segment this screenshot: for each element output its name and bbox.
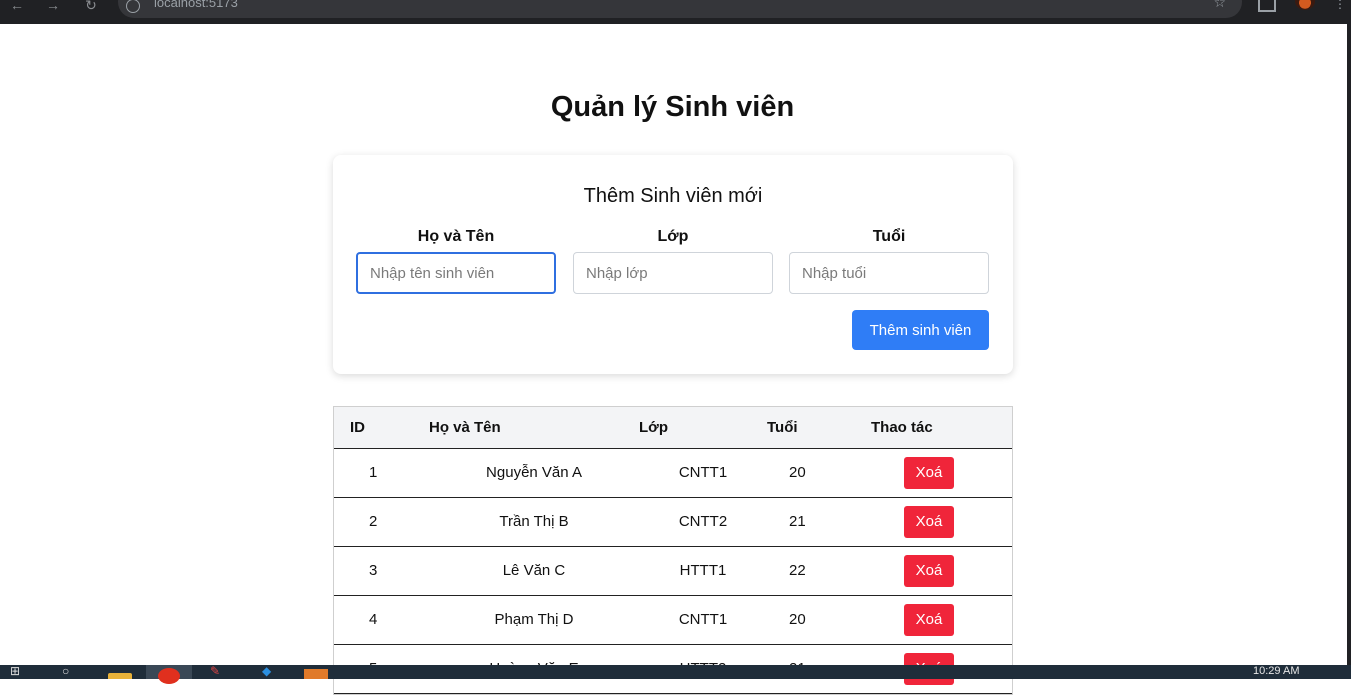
back-icon[interactable]: ← <box>8 0 26 14</box>
cell-id: 3 <box>369 562 378 579</box>
site-info-icon[interactable] <box>126 0 140 13</box>
add-student-button[interactable]: Thêm sinh viên <box>852 310 989 350</box>
address-bar[interactable]: localhost:5173 ☆ <box>118 0 1242 18</box>
name-label: Họ và Tên <box>417 228 495 245</box>
table-row: 1 Nguyễn Văn A CNTT1 20 Xoá <box>334 448 1012 497</box>
vscode-icon[interactable]: ◆ <box>262 665 280 679</box>
chrome-icon <box>158 668 180 684</box>
cell-age: 20 <box>789 464 806 481</box>
page-title: Quản lý Sinh viên <box>550 91 795 123</box>
cell-id: 2 <box>369 513 378 530</box>
search-icon[interactable]: ○ <box>62 665 80 679</box>
delete-button[interactable]: Xoá <box>904 554 954 587</box>
bookmark-star-icon[interactable]: ☆ <box>1213 0 1226 9</box>
cell-actions: Xoá <box>871 595 1012 644</box>
name-input[interactable] <box>356 252 556 294</box>
table-row: 3 Lê Văn C HTTT1 22 Xoá <box>334 546 1012 595</box>
header-id: ID <box>350 418 365 436</box>
cell-id: 1 <box>369 464 378 481</box>
cell-age: 20 <box>789 611 806 628</box>
class-input[interactable] <box>573 252 773 294</box>
page-content: Quản lý Sinh viên Thêm Sinh viên mới Họ … <box>0 24 1347 695</box>
file-explorer-icon[interactable] <box>108 673 132 679</box>
cell-age: 22 <box>789 562 806 579</box>
header-age: Tuổi <box>767 418 798 436</box>
header-actions: Thao tác <box>871 418 933 436</box>
header-name: Họ và Tên <box>429 418 501 436</box>
profile-avatar[interactable] <box>1295 0 1315 10</box>
chrome-taskbar-button[interactable] <box>146 665 192 684</box>
taskbar: ⊞ ○ ✎ ◆ 10:29 AM <box>0 665 1351 684</box>
table-header-row: ID Họ và Tên Lớp Tuổi Thao tác <box>334 407 1012 448</box>
cell-age: 21 <box>789 513 806 530</box>
forward-icon[interactable]: → <box>44 0 62 14</box>
cell-class: CNTT1 <box>678 611 728 628</box>
age-label: Tuổi <box>872 228 906 245</box>
download-icon[interactable] <box>1258 0 1276 12</box>
app-icon[interactable]: ✎ <box>210 665 226 679</box>
cell-class: CNTT2 <box>678 513 728 530</box>
cell-actions: Xoá <box>871 546 1012 595</box>
cell-class: HTTT1 <box>679 562 727 579</box>
reload-icon[interactable]: ↻ <box>82 0 100 14</box>
header-class: Lớp <box>639 418 668 436</box>
class-label: Lớp <box>657 228 689 245</box>
delete-button[interactable]: Xoá <box>904 603 954 636</box>
cell-class: CNTT1 <box>678 464 728 481</box>
cell-actions: Xoá <box>871 497 1012 546</box>
form-heading: Thêm Sinh viên mới <box>583 185 763 207</box>
window-edge <box>1347 24 1351 665</box>
browser-toolbar: ← → ↻ localhost:5173 ☆ ⋮ <box>0 0 1351 24</box>
table-row: 4 Phạm Thị D CNTT1 20 Xoá <box>334 595 1012 644</box>
cell-actions: Xoá <box>871 448 1012 497</box>
delete-button[interactable]: Xoá <box>904 505 954 538</box>
cell-id: 4 <box>369 611 378 628</box>
taskbar-clock: 10:29 AM <box>1253 665 1300 677</box>
table-row: 2 Trần Thị B CNTT2 21 Xoá <box>334 497 1012 546</box>
start-icon[interactable]: ⊞ <box>10 665 30 679</box>
app-icon-2[interactable] <box>304 669 328 679</box>
cell-name: Lê Văn C <box>502 562 566 579</box>
address-url[interactable]: localhost:5173 <box>154 0 238 10</box>
student-table: ID Họ và Tên Lớp Tuổi Thao tác 1 Nguyễn V… <box>333 406 1013 695</box>
age-input[interactable] <box>789 252 989 294</box>
menu-icon[interactable]: ⋮ <box>1334 0 1346 10</box>
cell-name: Trần Thị B <box>499 513 569 530</box>
cell-name: Phạm Thị D <box>494 611 574 628</box>
cell-name: Nguyễn Văn A <box>486 464 582 481</box>
delete-button[interactable]: Xoá <box>904 456 954 489</box>
add-student-form: Thêm Sinh viên mới Họ và Tên Lớp Tuổi Th… <box>333 155 1013 374</box>
